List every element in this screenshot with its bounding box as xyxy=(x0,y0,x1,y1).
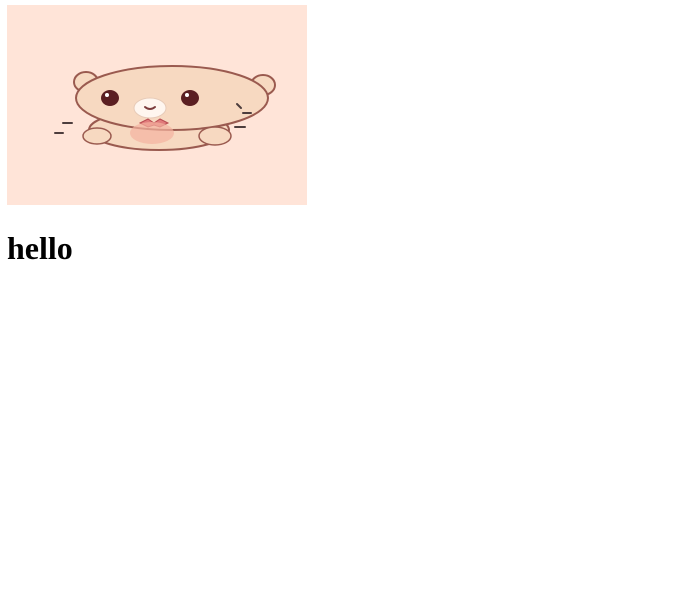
bear-image xyxy=(7,5,307,205)
bear-belly xyxy=(130,122,174,144)
bear-right-eye-shine xyxy=(185,93,189,97)
bear-right-paw xyxy=(198,126,232,146)
bear-left-eye xyxy=(101,90,119,106)
bear-left-eye-shine xyxy=(105,93,109,97)
bear-left-paw xyxy=(82,127,112,145)
page-title: hello xyxy=(7,230,73,266)
page: hello xyxy=(0,0,694,592)
bear-right-eye xyxy=(181,90,199,106)
